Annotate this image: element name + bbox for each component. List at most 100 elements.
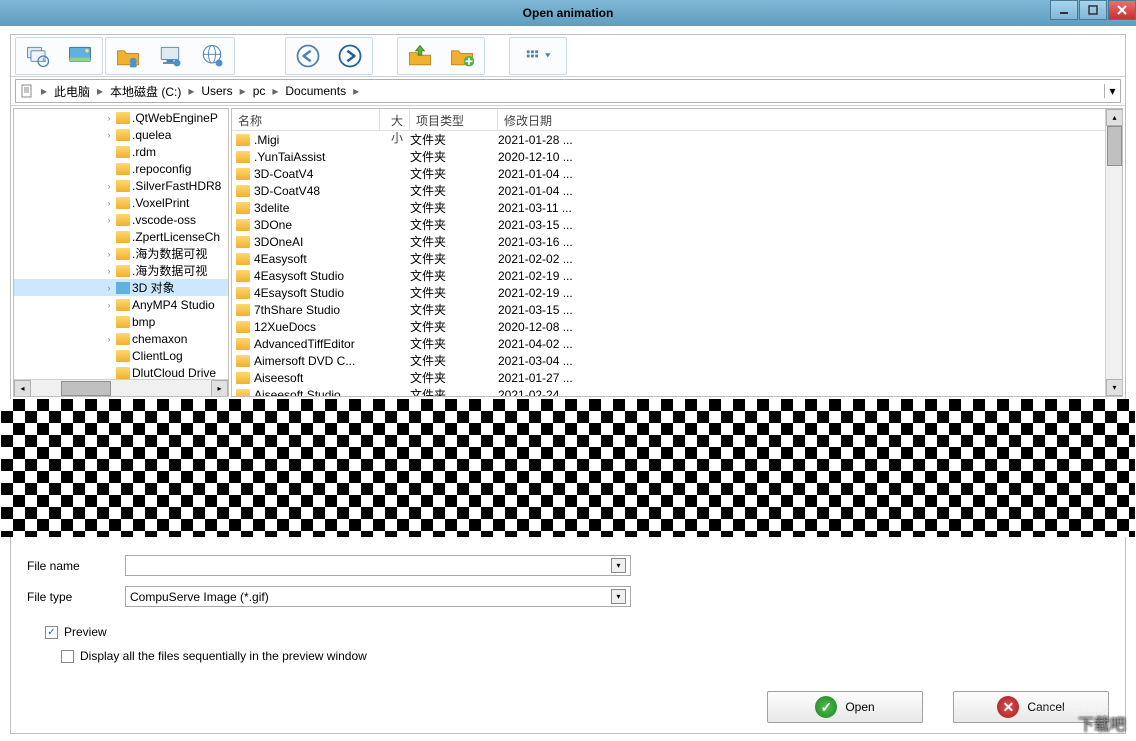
breadcrumb-dropdown[interactable]: ▾ [1104,84,1120,98]
expander-icon[interactable]: › [104,215,114,225]
user-folder-icon[interactable] [108,40,148,72]
tree-item[interactable]: ›3D 对象 [14,279,228,296]
column-header-name[interactable]: 名称 [232,109,380,130]
folder-icon [236,287,250,299]
tree-item[interactable]: ›AnyMP4 Studio [14,296,228,313]
horizontal-scrollbar[interactable]: ◂ ▸ [14,379,228,396]
minimize-button[interactable] [1050,0,1078,20]
breadcrumb-item[interactable]: 本地磁盘 (C:) [106,83,185,100]
breadcrumb-item[interactable]: Users [197,84,236,98]
maximize-button[interactable] [1079,0,1107,20]
list-item[interactable]: 3DOne文件夹2021-03-15 ... [232,216,1122,233]
scroll-thumb[interactable] [1107,126,1122,166]
list-item[interactable]: 3delite文件夹2021-03-11 ... [232,199,1122,216]
recent-icon[interactable] [18,40,58,72]
tree-item[interactable]: ›chemaxon [14,330,228,347]
preview-checkbox[interactable] [45,626,58,639]
tree-item[interactable]: ›.vscode-oss [14,211,228,228]
expander-icon[interactable]: › [104,266,114,276]
chevron-right-icon[interactable]: ▸ [185,84,197,98]
file-type: 文件夹 [410,301,498,318]
breadcrumb-item[interactable]: Documents [281,84,350,98]
tree-item-label: .quelea [132,128,171,142]
scroll-up-button[interactable]: ▴ [1106,109,1123,126]
filename-input[interactable]: ▾ [125,555,631,576]
column-header-date[interactable]: 修改日期 [498,109,1122,130]
list-item[interactable]: 7thShare Studio文件夹2021-03-15 ... [232,301,1122,318]
file-type: 文件夹 [410,318,498,335]
tree-item[interactable]: › .quelea [14,126,228,143]
expander-icon[interactable]: › [104,198,114,208]
scroll-down-button[interactable]: ▾ [1106,379,1123,396]
expander-icon[interactable]: › [104,113,114,123]
list-item[interactable]: 3D-CoatV48文件夹2021-01-04 ... [232,182,1122,199]
list-item[interactable]: .YunTaiAssist文件夹2020-12-10 ... [232,148,1122,165]
expander-icon[interactable]: › [104,283,114,293]
expander-icon[interactable]: › [104,249,114,259]
chevron-right-icon[interactable]: ▸ [94,84,106,98]
tree-item[interactable]: ›.VoxelPrint [14,194,228,211]
list-item[interactable]: AdvancedTiffEditor文件夹2021-04-02 ... [232,335,1122,352]
tree-item[interactable]: bmp [14,313,228,330]
list-item[interactable]: 12XueDocs文件夹2020-12-08 ... [232,318,1122,335]
desktop-icon[interactable] [60,40,100,72]
folder-tree[interactable]: ›.QtWebEngineP›.quelea.rdm.repoconfig›.S… [13,108,229,397]
tree-item[interactable]: .ZpertLicenseCh [14,228,228,245]
dropdown-icon[interactable]: ▾ [611,589,626,604]
column-header-size[interactable]: 大小 [380,109,410,130]
file-list[interactable]: 名称 大小 项目类型 修改日期 .Migi文件夹2021-01-28 ....Y… [231,108,1123,397]
tree-item[interactable]: ›.海为数据可视 [14,245,228,262]
display-all-checkbox[interactable] [61,650,74,663]
column-header-type[interactable]: 项目类型 [410,109,498,130]
dropdown-icon[interactable]: ▾ [611,558,626,573]
forward-button[interactable] [330,40,370,72]
list-item[interactable]: Aimersoft DVD C...文件夹2021-03-04 ... [232,352,1122,369]
toolbar [11,35,1125,77]
expander-icon[interactable]: › [104,130,114,140]
file-date: 2021-03-15 ... [498,303,1122,317]
breadcrumb-root[interactable]: 此电脑 [50,83,94,100]
new-folder-icon[interactable] [442,40,482,72]
scroll-left-button[interactable]: ◂ [14,380,31,397]
scroll-right-button[interactable]: ▸ [211,380,228,397]
list-item[interactable]: .Migi文件夹2021-01-28 ... [232,131,1122,148]
computer-icon[interactable] [150,40,190,72]
folder-icon [236,151,250,163]
open-button[interactable]: ✓ Open [767,691,923,723]
tree-item[interactable]: DlutCloud Drive [14,364,228,379]
view-mode-button[interactable] [512,40,564,72]
list-item[interactable]: 4Esaysoft Studio文件夹2021-02-19 ... [232,284,1122,301]
tree-item[interactable]: .rdm [14,143,228,160]
expander-icon[interactable]: › [104,300,114,310]
back-button[interactable] [288,40,328,72]
folder-icon [116,163,130,175]
chevron-right-icon[interactable]: ▸ [350,84,362,98]
list-item[interactable]: 4Easysoft文件夹2021-02-02 ... [232,250,1122,267]
up-folder-icon[interactable] [400,40,440,72]
chevron-right-icon[interactable]: ▸ [38,84,50,98]
tree-item[interactable]: ›.QtWebEngineP [14,109,228,126]
filetype-select[interactable]: CompuServe Image (*.gif) ▾ [125,586,631,607]
chevron-right-icon[interactable]: ▸ [237,84,249,98]
breadcrumb-item[interactable]: pc [249,84,270,98]
expander-icon[interactable]: › [104,334,114,344]
list-item[interactable]: Aiseesoft文件夹2021-01-27 ... [232,369,1122,386]
breadcrumb-bar[interactable]: ▸ 此电脑 ▸ 本地磁盘 (C:) ▸ Users ▸ pc ▸ Documen… [15,79,1121,103]
tree-item[interactable]: .repoconfig [14,160,228,177]
file-name: Aiseesoft [254,371,410,385]
cancel-button[interactable]: ✕ Cancel [953,691,1109,723]
folder-icon [116,197,130,209]
expander-icon[interactable]: › [104,181,114,191]
close-button[interactable] [1108,0,1136,20]
tree-item[interactable]: ClientLog [14,347,228,364]
tree-item[interactable]: ›.SilverFastHDR8 [14,177,228,194]
list-item[interactable]: 4Easysoft Studio文件夹2021-02-19 ... [232,267,1122,284]
chevron-right-icon[interactable]: ▸ [269,84,281,98]
vertical-scrollbar[interactable]: ▴ ▾ [1105,109,1122,396]
network-icon[interactable] [192,40,232,72]
tree-item[interactable]: ›.海为数据可视 [14,262,228,279]
scroll-thumb[interactable] [61,381,111,396]
list-item[interactable]: 3D-CoatV4文件夹2021-01-04 ... [232,165,1122,182]
list-item[interactable]: Aiseesoft Studio文件夹2021-02-24 ... [232,386,1122,396]
list-item[interactable]: 3DOneAI文件夹2021-03-16 ... [232,233,1122,250]
